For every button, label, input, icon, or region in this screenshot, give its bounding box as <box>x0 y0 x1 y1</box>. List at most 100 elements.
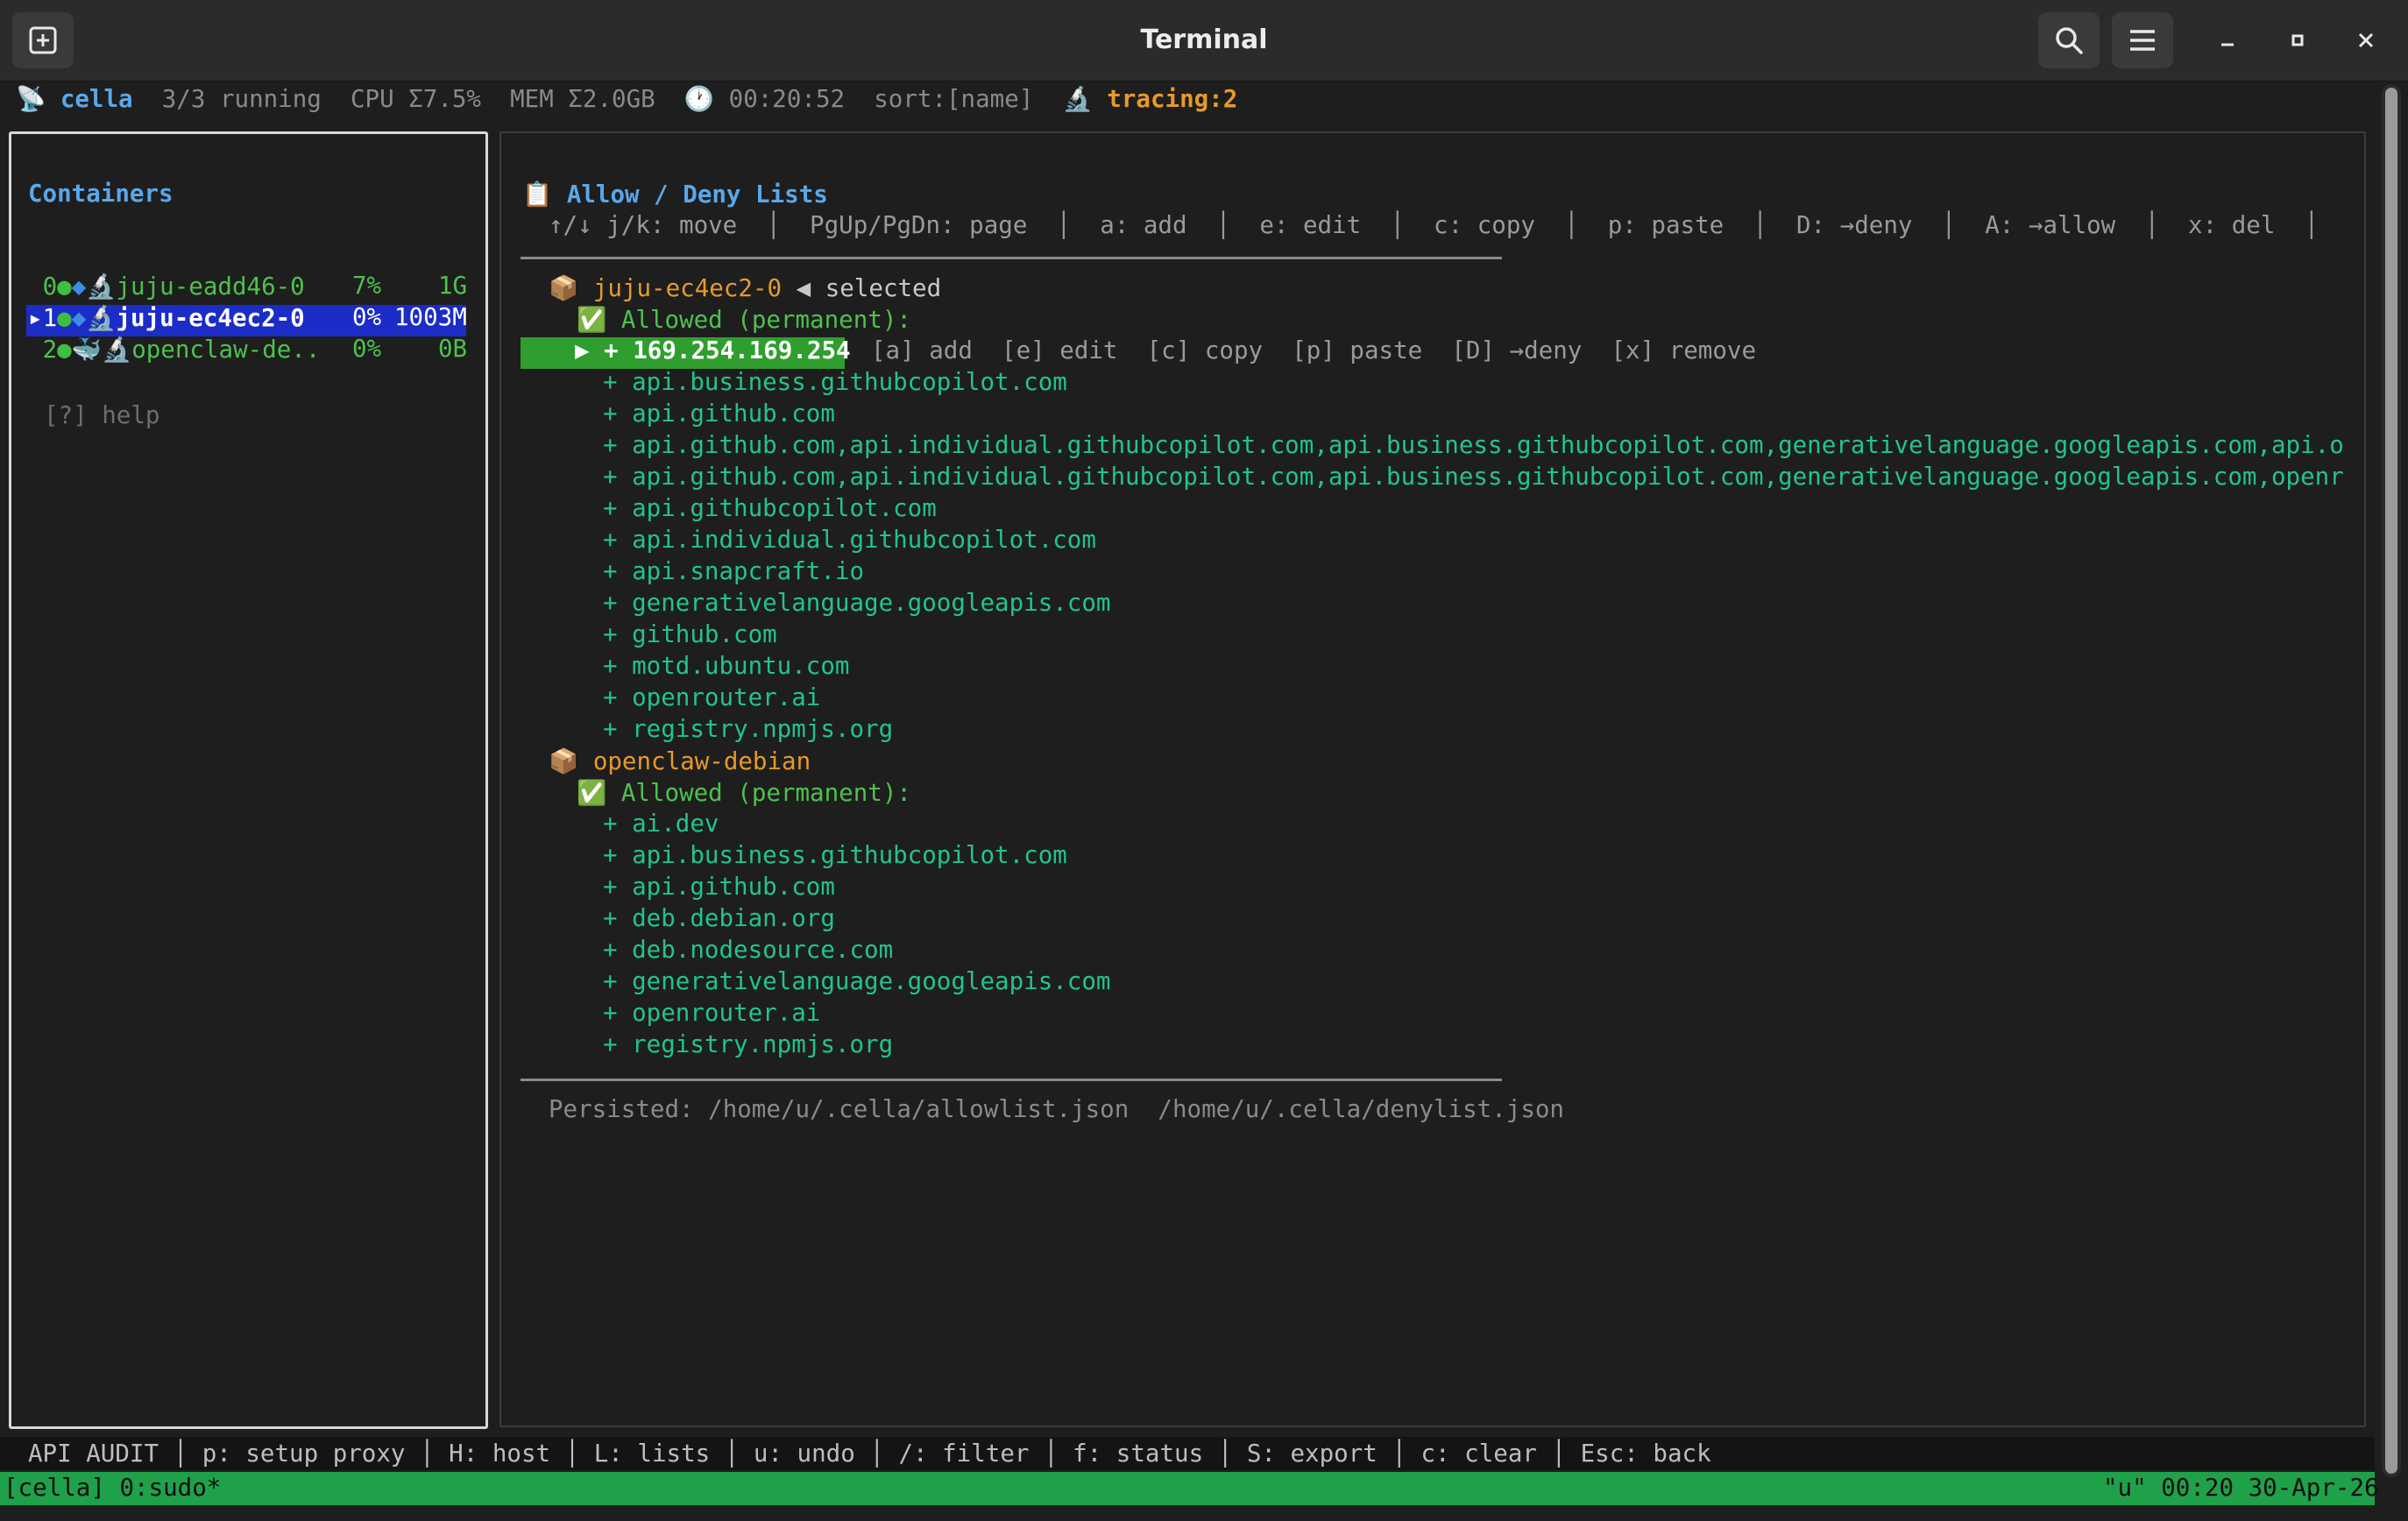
list-item[interactable]: + openrouter.ai <box>603 683 820 711</box>
scrollbar-thumb[interactable] <box>2385 88 2397 1474</box>
checkmark-icon: ✅ <box>577 306 607 334</box>
group-name: openclaw-debian <box>592 747 811 775</box>
key-filter[interactable]: /: filter <box>898 1440 1029 1468</box>
package-icon: 📦 <box>549 274 579 302</box>
list-item[interactable]: + api.business.githubcopilot.com <box>603 368 1067 396</box>
list-item[interactable]: + ai.dev <box>603 810 719 838</box>
hint-deny: D: →deny <box>1795 211 1913 239</box>
help-hint[interactable]: [?] help <box>44 401 159 429</box>
whale-icon: 🐳 <box>71 336 102 364</box>
key-hints: API AUDIT │ p: setup proxy │ H: host │ L… <box>28 1440 1711 1468</box>
search-button[interactable] <box>2038 12 2100 68</box>
list-item[interactable]: + api.github.com,api.individual.githubco… <box>603 463 2344 491</box>
running-count: 3/3 running <box>161 85 322 113</box>
key-clear[interactable]: c: clear <box>1421 1440 1537 1468</box>
hint-edit: e: edit <box>1259 211 1362 239</box>
mode-label: API AUDIT <box>28 1440 159 1468</box>
selected-marker: ◀ selected <box>796 274 942 302</box>
group-header[interactable]: 📦 openclaw-debian <box>549 746 811 775</box>
selected-entry-text: + 169.254.169.254 <box>604 336 851 364</box>
clipboard-icon: 📋 <box>522 180 553 209</box>
hint-move: ↑/↓ j/k: move <box>549 211 738 239</box>
key-status[interactable]: f: status <box>1073 1440 1203 1468</box>
allowlist-path: /home/u/.cella/allowlist.json <box>708 1095 1130 1123</box>
container-row[interactable]: 2●🐳🔬openclaw-de.. <box>28 335 321 364</box>
app-name: cella <box>60 85 133 113</box>
new-tab-button[interactable] <box>12 12 74 68</box>
close-button[interactable] <box>2345 19 2387 61</box>
status-line: 📡 cella 3/3 running CPU Σ7.5% MEM Σ2.0GB… <box>16 84 1237 113</box>
denylist-path: /home/u/.cella/denylist.json <box>1158 1095 1564 1123</box>
container-cpu: 0% <box>352 303 382 331</box>
diamond-icon: ◆ <box>71 272 87 301</box>
menu-button[interactable] <box>2112 12 2173 68</box>
list-item[interactable]: + api.githubcopilot.com <box>603 494 937 522</box>
window-titlebar: Terminal <box>0 0 2408 81</box>
action-remove[interactable]: [x] remove <box>1611 336 1756 364</box>
section-header: ✅ Allowed (permanent): <box>577 305 911 334</box>
footer-divider <box>521 1079 1502 1081</box>
list-item[interactable]: + generativelanguage.googleapis.com <box>603 589 1110 617</box>
tmux-clock: "u" 00:20 30-Apr-26 <box>2103 1474 2379 1502</box>
microscope-icon: 🔬 <box>86 304 117 332</box>
action-deny[interactable]: [D] →deny <box>1451 336 1582 364</box>
status-dot-icon: ● <box>57 304 72 332</box>
list-item[interactable]: + registry.npmjs.org <box>603 1030 893 1058</box>
container-mem: 1G <box>438 272 468 300</box>
key-back[interactable]: Esc: back <box>1581 1440 1711 1468</box>
list-item[interactable]: + api.github.com,api.individual.githubco… <box>603 431 2344 459</box>
list-item[interactable]: + github.com <box>603 620 777 648</box>
container-name: openclaw-de.. <box>131 336 321 364</box>
diamond-icon: ◆ <box>71 304 87 332</box>
list-item[interactable]: + deb.debian.org <box>603 904 835 932</box>
cpu-usage: CPU Σ7.5% <box>350 85 481 113</box>
list-item[interactable]: + api.snapcraft.io <box>603 557 864 585</box>
list-item[interactable]: + motd.ubuntu.com <box>603 652 849 680</box>
minimize-button[interactable] <box>2206 19 2249 61</box>
hint-paste: p: paste <box>1607 211 1725 239</box>
persisted-label: Persisted: <box>549 1095 694 1123</box>
container-row[interactable]: 0●◆🔬juju-eadd46-0 <box>28 272 305 301</box>
selected-entry[interactable]: ▶ + 169.254.169.254 <box>575 336 851 364</box>
minimize-icon <box>2221 43 2234 46</box>
list-item[interactable]: + api.github.com <box>603 873 835 901</box>
key-lists[interactable]: L: lists <box>594 1440 710 1468</box>
container-name: juju-eadd46-0 <box>116 272 305 301</box>
hint-copy: c: copy <box>1434 211 1535 239</box>
list-item[interactable]: + openrouter.ai <box>603 999 820 1027</box>
action-copy[interactable]: [c] copy <box>1147 336 1263 364</box>
action-edit[interactable]: [e] edit <box>1002 336 1117 364</box>
persisted-info: Persisted: /home/u/.cella/allowlist.json… <box>549 1095 1564 1123</box>
uptime: 00:20:52 <box>728 85 846 113</box>
tmux-status-bar <box>0 1472 2375 1505</box>
maximize-button[interactable] <box>2277 19 2319 61</box>
tmux-session[interactable]: [cella] 0:sudo* <box>4 1474 221 1502</box>
panel-header: 📋 Allow / Deny Lists <box>522 180 828 209</box>
action-paste[interactable]: [p] paste <box>1292 336 1422 364</box>
close-icon <box>2358 32 2374 48</box>
key-setup-proxy[interactable]: p: setup proxy <box>202 1440 406 1468</box>
container-row[interactable]: ▸1●◆🔬juju-ec4ec2-0 <box>28 303 305 332</box>
list-item[interactable]: + api.individual.githubcopilot.com <box>603 526 1096 554</box>
list-item[interactable]: + api.business.githubcopilot.com <box>603 841 1067 869</box>
hint-allow: A: →allow <box>1985 211 2116 239</box>
microscope-icon: 🔬 <box>86 272 117 301</box>
cursor-arrow-icon: ▶ <box>575 336 590 364</box>
key-host[interactable]: H: host <box>449 1440 550 1468</box>
microscope-icon: 🔬 <box>1062 85 1093 113</box>
section-label: Allowed (permanent): <box>620 779 911 807</box>
list-item[interactable]: + registry.npmjs.org <box>603 715 893 743</box>
status-dot-icon: ● <box>57 272 72 301</box>
keyboard-hints: ↑/↓ j/k: move │ PgUp/PgDn: page │ a: add… <box>549 211 2319 239</box>
key-undo[interactable]: u: undo <box>754 1440 855 1468</box>
list-item[interactable]: + generativelanguage.googleapis.com <box>603 967 1110 995</box>
hint-del: x: del <box>2188 211 2276 239</box>
action-add[interactable]: [a] add <box>871 336 973 364</box>
group-header[interactable]: 📦 juju-ec4ec2-0 ◀ selected <box>549 273 941 302</box>
container-mem: 1003M <box>394 303 467 331</box>
container-name: juju-ec4ec2-0 <box>116 304 305 332</box>
key-export[interactable]: S: export <box>1247 1440 1378 1468</box>
list-item[interactable]: + api.github.com <box>603 400 835 428</box>
antenna-icon: 📡 <box>16 85 46 113</box>
list-item[interactable]: + deb.nodesource.com <box>603 936 893 964</box>
